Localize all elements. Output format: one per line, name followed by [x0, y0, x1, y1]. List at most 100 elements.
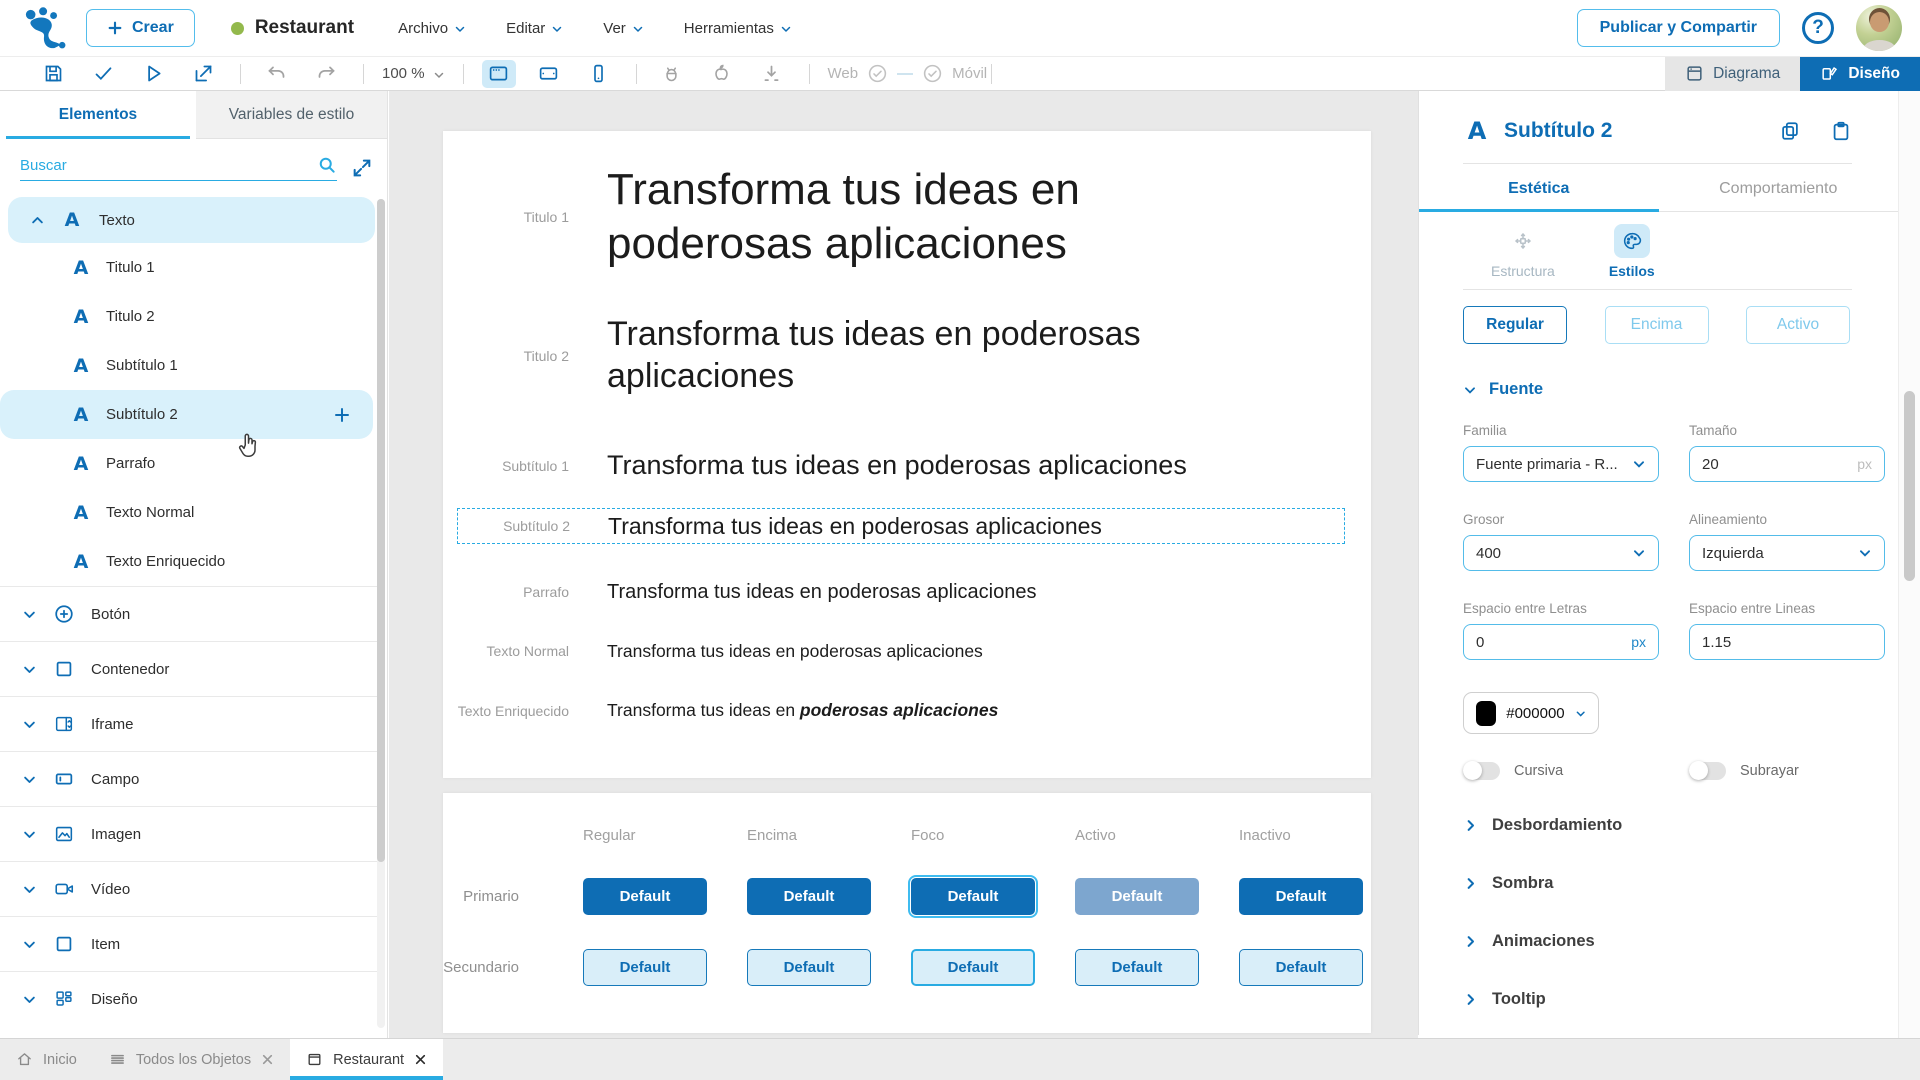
validate-button[interactable]	[86, 60, 120, 88]
sidebar-group-contenedor[interactable]: Contenedor	[0, 641, 377, 696]
menu-editar[interactable]: Editar	[506, 20, 563, 37]
section-desbordamiento[interactable]: Desbordamiento	[1463, 796, 1852, 854]
sidebar-group-botón[interactable]: Botón	[0, 586, 377, 641]
home-icon	[16, 1051, 33, 1068]
canvas-text-row-parrafo[interactable]: ParrafoTransforma tus ideas en poderosas…	[457, 580, 1371, 604]
state-column-header: Regular	[563, 827, 727, 844]
tab-diseno[interactable]: Diseño	[1800, 57, 1920, 91]
subtab-estilos[interactable]: Estilos	[1609, 224, 1655, 279]
menu-archivo[interactable]: Archivo	[398, 20, 466, 37]
tab-estetica[interactable]: Estética	[1419, 164, 1659, 211]
toolbar-divider	[240, 64, 241, 84]
tab-comportamiento[interactable]: Comportamiento	[1659, 164, 1899, 211]
section-animaciones[interactable]: Animaciones	[1463, 912, 1852, 970]
web-mobile-toggle[interactable]: Web Móvil	[828, 63, 988, 84]
subrayar-toggle[interactable]: Subrayar	[1689, 762, 1885, 780]
default-button-secundario-encima[interactable]: Default	[747, 949, 871, 986]
subtab-estructura[interactable]: Estructura	[1491, 224, 1555, 279]
section-sombra[interactable]: Sombra	[1463, 854, 1852, 912]
sidebar-item-label: Titulo 1	[106, 259, 155, 276]
sidebar-item-titulo-1[interactable]: ATitulo 1	[0, 243, 377, 292]
canvas-text-row-titulo-1[interactable]: Titulo 1Transforma tus ideas en poderosa…	[457, 163, 1371, 270]
bottom-tab-inicio[interactable]: Inicio	[0, 1039, 93, 1080]
menu-herramientas[interactable]: Herramientas	[684, 20, 792, 37]
sidebar-group-vídeo[interactable]: Vídeo	[0, 861, 377, 916]
device-phone-button[interactable]	[582, 60, 616, 88]
default-button-primario-encima[interactable]: Default	[747, 878, 871, 915]
zoom-control[interactable]: 100 %	[382, 65, 445, 82]
sidebar-item-titulo-2[interactable]: ATitulo 2	[0, 292, 377, 341]
preview-button[interactable]	[136, 60, 170, 88]
default-button-secundario-foco[interactable]: Default	[911, 949, 1035, 986]
publish-share-button[interactable]: Publicar y Compartir	[1577, 9, 1780, 47]
sidebar-item-subtítulo-1[interactable]: ASubtítulo 1	[0, 341, 377, 390]
copy-style-icon[interactable]	[1779, 120, 1801, 142]
grosor-select[interactable]: 400	[1463, 535, 1659, 571]
sidebar-item-texto-enriquecido[interactable]: ATexto Enriquecido	[0, 537, 377, 586]
font-color-picker[interactable]: #000000	[1463, 692, 1599, 734]
bottom-tab-todos-los-objetos[interactable]: Todos los Objetos	[93, 1039, 290, 1080]
state-button-regular[interactable]: Regular	[1463, 306, 1567, 344]
window-scrollbar-thumb[interactable]	[1904, 391, 1915, 581]
device-tablet-button[interactable]	[532, 60, 566, 88]
canvas-text-row-texto-enriquecido[interactable]: Texto EnriquecidoTransforma tus ideas en…	[457, 700, 1371, 721]
sidebar-scrollbar-thumb[interactable]	[377, 199, 385, 862]
chevron-down-icon	[22, 772, 37, 787]
sidebar-scrollbar[interactable]	[377, 199, 385, 1028]
bottom-tab-restaurant[interactable]: Restaurant	[290, 1039, 443, 1080]
redo-button[interactable]	[309, 60, 343, 88]
paste-style-icon[interactable]	[1830, 120, 1852, 142]
sidebar-group-diseño[interactable]: Diseño	[0, 971, 377, 1026]
tab-diagrama[interactable]: Diagrama	[1665, 57, 1800, 91]
menu-ver[interactable]: Ver	[603, 20, 644, 37]
canvas-text-row-subtítulo-1[interactable]: Subtítulo 1Transforma tus ideas en poder…	[457, 449, 1371, 482]
export-button[interactable]	[186, 60, 220, 88]
espacio-letras-input[interactable]	[1476, 634, 1631, 651]
default-button-primario-regular[interactable]: Default	[583, 878, 707, 915]
sidebar-item-subtítulo-2[interactable]: ASubtítulo 2	[0, 390, 373, 439]
sidebar-group-imagen[interactable]: Imagen	[0, 806, 377, 861]
alineamiento-select[interactable]: Izquierda	[1689, 535, 1885, 571]
default-button-primario-inactivo[interactable]: Default	[1239, 878, 1363, 915]
chevron-down-icon	[780, 22, 792, 34]
default-button-secundario-activo[interactable]: Default	[1075, 949, 1199, 986]
canvas-text-row-subtítulo-2[interactable]: Subtítulo 2Transforma tus ideas en poder…	[457, 508, 1345, 544]
cursiva-toggle[interactable]: Cursiva	[1463, 762, 1659, 780]
canvas-text-row-texto-normal[interactable]: Texto NormalTransforma tus ideas en pode…	[457, 641, 1371, 662]
device-desktop-button[interactable]	[482, 60, 516, 88]
state-button-activo[interactable]: Activo	[1746, 306, 1850, 344]
design-canvas[interactable]: Titulo 1Transforma tus ideas en poderosa…	[389, 91, 1418, 1038]
sidebar-group-item[interactable]: Item	[0, 916, 377, 971]
save-button[interactable]	[36, 60, 70, 88]
window-scrollbar[interactable]	[1898, 91, 1920, 1038]
menu-bar: Archivo Editar Ver Herramientas	[398, 20, 792, 37]
default-button-secundario-regular[interactable]: Default	[583, 949, 707, 986]
familia-select[interactable]: Fuente primaria - R...	[1463, 446, 1659, 482]
tamano-input[interactable]	[1702, 456, 1857, 473]
tab-elementos[interactable]: Elementos	[0, 91, 196, 139]
espacio-lineas-input[interactable]	[1702, 634, 1872, 651]
justinmind-logo[interactable]	[22, 7, 68, 49]
sidebar-group-texto[interactable]: ATexto	[8, 197, 375, 243]
tab-variables-de-estilo[interactable]: Variables de estilo	[196, 91, 387, 139]
expand-panel-icon[interactable]	[351, 157, 373, 179]
state-button-encima[interactable]: Encima	[1605, 306, 1709, 344]
search-input[interactable]	[20, 157, 317, 174]
sidebar-item-texto-normal[interactable]: ATexto Normal	[0, 488, 377, 537]
download-button[interactable]	[755, 60, 789, 88]
undo-button[interactable]	[259, 60, 293, 88]
help-icon[interactable]: ?	[1802, 12, 1834, 44]
sidebar-item-parrafo[interactable]: AParrafo	[0, 439, 377, 488]
create-button[interactable]: Crear	[86, 9, 195, 47]
apple-button[interactable]	[705, 60, 739, 88]
sidebar-group-campo[interactable]: Campo	[0, 751, 377, 806]
default-button-primario-foco[interactable]: Default	[911, 878, 1035, 915]
android-button[interactable]	[655, 60, 689, 88]
sidebar-group-iframe[interactable]: Iframe	[0, 696, 377, 751]
section-tooltip[interactable]: Tooltip	[1463, 970, 1852, 1028]
user-avatar[interactable]	[1856, 5, 1902, 51]
default-button-secundario-inactivo[interactable]: Default	[1239, 949, 1363, 986]
canvas-text-row-titulo-2[interactable]: Titulo 2Transforma tus ideas en poderosa…	[457, 314, 1371, 397]
default-button-primario-activo[interactable]: Default	[1075, 878, 1199, 915]
fuente-section-header[interactable]: Fuente	[1463, 380, 1852, 399]
